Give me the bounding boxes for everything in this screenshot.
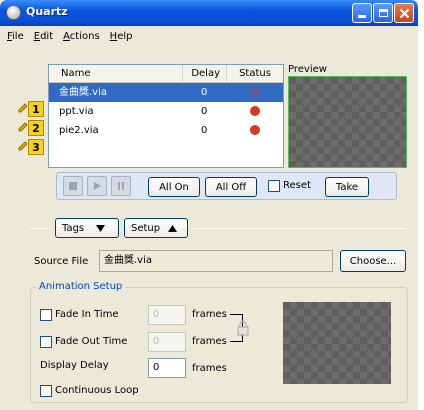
maximize-icon [378, 9, 388, 17]
menu-actions-label: ctions [69, 30, 100, 42]
file-list[interactable]: Name Delay Status 金曲獎.via 0 ppt.via 0 pi… [48, 64, 284, 168]
link-line [230, 341, 242, 342]
row-number-badge[interactable]: 1 [28, 101, 44, 117]
list-row[interactable]: 金曲獎.via 0 [49, 83, 283, 102]
reset-label: Reset [283, 180, 311, 191]
play-icon [94, 182, 101, 190]
list-row[interactable]: pie2.via 0 [49, 121, 283, 140]
stop-icon [69, 182, 77, 190]
close-button[interactable] [394, 3, 414, 23]
pause-button[interactable] [111, 176, 131, 196]
lock-icon[interactable] [236, 320, 250, 336]
tags-toggle-button[interactable]: Tags [55, 218, 119, 238]
link-line [230, 314, 242, 315]
menu-file[interactable]: File [2, 31, 29, 42]
minimize-icon [358, 15, 366, 18]
playback-control-bar: All On All Off Reset Take [56, 172, 397, 200]
separator [30, 228, 50, 229]
separator [193, 228, 406, 229]
menu-actions[interactable]: Actions [58, 31, 105, 42]
maximize-button[interactable] [373, 3, 393, 23]
status-dot-icon [250, 125, 260, 135]
fade-out-checkbox[interactable] [40, 336, 52, 348]
animation-preview-canvas [283, 302, 391, 384]
column-delay-header[interactable]: Delay [183, 65, 227, 83]
close-icon [399, 8, 409, 18]
display-delay-input[interactable]: 0 [148, 358, 186, 378]
menu-edit[interactable]: Edit [29, 31, 58, 42]
pencil-icon [18, 103, 28, 113]
source-file-label: Source File [34, 256, 89, 267]
minimize-button[interactable] [352, 3, 372, 23]
display-delay-label: Display Delay [40, 360, 109, 371]
quartz-app-icon [6, 5, 21, 20]
file-delay: 0 [201, 87, 208, 98]
fade-in-input[interactable]: 0 [148, 305, 186, 325]
menu-edit-label: dit [40, 30, 54, 42]
file-delay: 0 [201, 106, 208, 117]
continuous-loop-label: Continuous Loop [55, 385, 139, 396]
status-dot-icon [250, 106, 260, 116]
menu-file-label: ile [12, 30, 24, 42]
row-number-badge[interactable]: 2 [28, 120, 44, 136]
frames-label: frames [192, 309, 227, 320]
fade-in-checkbox[interactable] [40, 309, 52, 321]
list-header: Name Delay Status [49, 65, 283, 83]
animation-setup-legend: Animation Setup [36, 281, 126, 292]
play-button[interactable] [87, 176, 107, 196]
file-name: ppt.via [59, 106, 94, 117]
title-bar[interactable]: Quartz [0, 0, 418, 26]
fade-out-label: Fade Out Time [55, 336, 128, 347]
menu-help-label: elp [117, 30, 133, 42]
frames-label: frames [192, 363, 227, 374]
desktop-edge [418, 0, 424, 410]
setup-toggle-button[interactable]: Setup [124, 218, 188, 238]
fade-in-label: Fade In Time [55, 309, 119, 320]
frames-label: frames [192, 336, 227, 347]
tags-label: Tags [62, 222, 85, 234]
column-status-header[interactable]: Status [227, 65, 283, 83]
menu-actions-key: A [63, 30, 70, 42]
pencil-icon [18, 122, 28, 132]
pause-icon [118, 182, 124, 190]
preview-label: Preview [288, 64, 327, 75]
file-name: 金曲獎.via [59, 87, 108, 98]
list-row[interactable]: ppt.via 0 [49, 102, 283, 121]
reset-checkbox[interactable] [268, 180, 280, 192]
fade-out-input[interactable]: 0 [148, 332, 186, 352]
status-dot-icon [250, 87, 260, 97]
source-file-field: 金曲獎.via [99, 250, 333, 272]
continuous-loop-checkbox[interactable] [40, 385, 52, 397]
preview-canvas [288, 76, 407, 168]
column-name-header[interactable]: Name [49, 65, 183, 83]
quartz-window: Quartz File Edit Actions Help 1 2 3 Name… [0, 0, 418, 410]
setup-label: Setup [131, 222, 161, 234]
menu-bar: File Edit Actions Help [2, 26, 416, 46]
window-title: Quartz [26, 5, 68, 18]
triangle-down-icon [96, 224, 106, 232]
stop-button[interactable] [63, 176, 83, 196]
row-number-badge[interactable]: 3 [28, 139, 44, 155]
pencil-icon [18, 141, 28, 151]
all-on-button[interactable]: All On [148, 177, 200, 197]
triangle-up-icon [168, 224, 178, 232]
file-delay: 0 [201, 125, 208, 136]
choose-button[interactable]: Choose... [340, 250, 406, 272]
take-button[interactable]: Take [325, 177, 369, 197]
file-name: pie2.via [59, 125, 99, 136]
all-off-button[interactable]: All Off [205, 177, 257, 197]
menu-help[interactable]: Help [105, 31, 138, 42]
